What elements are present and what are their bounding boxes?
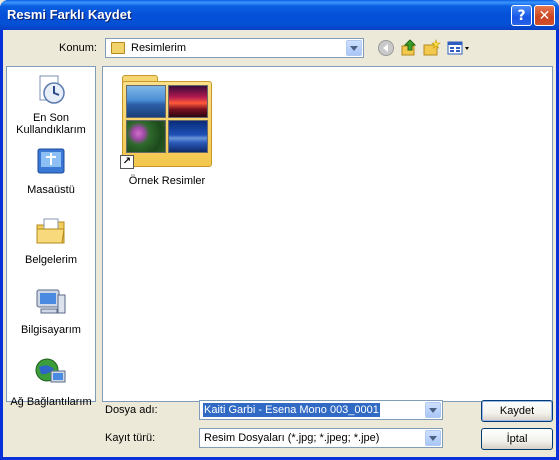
place-network[interactable]: Ağ Bağlantılarım bbox=[7, 357, 95, 408]
filename-field[interactable]: Kaiti Garbi - Esena Mono 003_0001 bbox=[199, 400, 443, 420]
thumbnail-image bbox=[126, 120, 166, 153]
place-my-documents[interactable]: Belgelerim bbox=[7, 215, 95, 266]
thumbnail-image bbox=[126, 85, 166, 118]
new-folder-icon[interactable] bbox=[423, 39, 441, 57]
filename-label: Dosya adı: bbox=[105, 404, 158, 416]
place-label: Bilgisayarım bbox=[21, 324, 81, 336]
place-label: Ağ Bağlantılarım bbox=[10, 396, 92, 408]
places-bar: En Son Kullandıklarım Masaüstü Belgeleri… bbox=[6, 66, 96, 408]
dialog-body: Konum: Resimlerim En Son Kullandıklarım … bbox=[3, 30, 556, 457]
close-button[interactable]: ✕ bbox=[534, 5, 555, 26]
desktop-icon bbox=[37, 148, 65, 174]
place-label: Kullandıklarım bbox=[16, 124, 86, 136]
help-button[interactable]: ? bbox=[511, 5, 532, 26]
my-computer-icon bbox=[36, 289, 66, 314]
chevron-down-icon[interactable] bbox=[425, 430, 441, 446]
save-button[interactable]: Kaydet bbox=[481, 400, 553, 422]
file-name: Örnek Resimler bbox=[128, 175, 206, 187]
thumbnail-image bbox=[168, 85, 208, 118]
folder-thumbnail: ↗ bbox=[120, 75, 214, 169]
lookin-value: Resimlerim bbox=[131, 42, 186, 54]
view-menu-icon[interactable] bbox=[447, 39, 471, 57]
shortcut-arrow-icon: ↗ bbox=[120, 155, 134, 169]
window-title: Resmi Farklı Kaydet bbox=[7, 7, 132, 22]
filetype-label: Kayıt türü: bbox=[105, 432, 156, 444]
list-item[interactable]: ↗ Örnek Resimler bbox=[119, 75, 215, 187]
recent-documents-icon bbox=[39, 75, 65, 104]
place-desktop[interactable]: Masaüstü bbox=[7, 145, 95, 196]
up-folder-icon[interactable] bbox=[400, 39, 418, 57]
filename-value[interactable]: Kaiti Garbi - Esena Mono 003_0001 bbox=[203, 403, 380, 417]
chevron-down-icon[interactable] bbox=[346, 40, 362, 56]
filetype-select[interactable]: Resim Dosyaları (*.jpg; *.jpeg; *.jpe) bbox=[199, 428, 443, 448]
network-places-icon bbox=[35, 358, 66, 383]
save-as-dialog: Resmi Farklı Kaydet ? ✕ Konum: Resimleri… bbox=[0, 0, 559, 460]
lookin-label: Konum: bbox=[59, 42, 97, 54]
pictures-folder-icon bbox=[111, 42, 125, 54]
place-my-computer[interactable]: Bilgisayarım bbox=[7, 285, 95, 336]
place-label: Belgelerim bbox=[25, 254, 77, 266]
file-list[interactable]: ↗ Örnek Resimler bbox=[102, 66, 553, 402]
filetype-value: Resim Dosyaları (*.jpg; *.jpeg; *.jpe) bbox=[204, 432, 380, 444]
place-label: En Son bbox=[32, 112, 70, 124]
chevron-down-icon[interactable] bbox=[425, 402, 441, 418]
lookin-combo[interactable]: Resimlerim bbox=[105, 38, 364, 58]
back-icon[interactable] bbox=[377, 39, 395, 57]
place-label: Masaüstü bbox=[27, 184, 75, 196]
my-documents-icon bbox=[36, 218, 65, 244]
cancel-button[interactable]: İptal bbox=[481, 428, 553, 450]
thumbnail-image bbox=[168, 120, 208, 153]
place-recent[interactable]: En Son Kullandıklarım bbox=[7, 73, 95, 136]
title-bar[interactable]: Resmi Farklı Kaydet ? ✕ bbox=[0, 0, 559, 30]
